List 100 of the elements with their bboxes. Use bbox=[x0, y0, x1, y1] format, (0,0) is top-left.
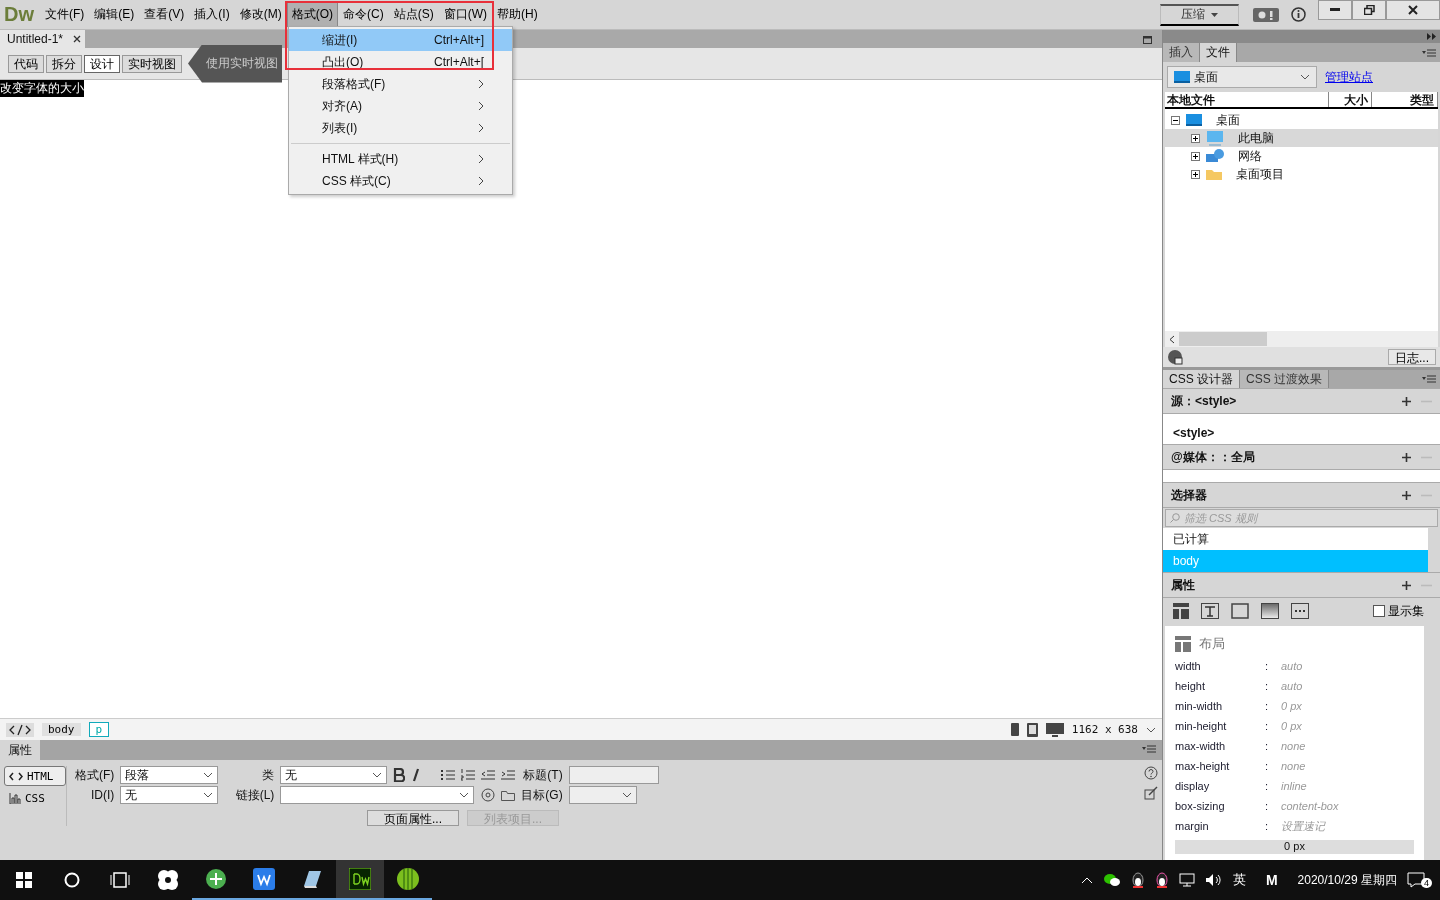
id-dropdown[interactable]: 无 bbox=[120, 786, 219, 804]
taskbar-button[interactable] bbox=[336, 860, 384, 900]
background-icon[interactable] bbox=[1261, 603, 1279, 619]
site-dropdown[interactable]: 桌面 bbox=[1167, 66, 1317, 88]
restore-button[interactable] bbox=[1352, 0, 1386, 20]
format-dropdown[interactable]: 段落 bbox=[120, 766, 219, 784]
view-button[interactable]: 代码 bbox=[8, 54, 44, 73]
collapse-icon[interactable] bbox=[1171, 115, 1180, 125]
view-button[interactable]: 拆分 bbox=[46, 54, 82, 73]
notification-icon[interactable] bbox=[1407, 872, 1425, 888]
column-header[interactable]: 类型 bbox=[1372, 92, 1438, 107]
layout-icon[interactable] bbox=[1173, 603, 1189, 619]
menu-item[interactable]: 凸出(O) Ctrl+Alt+[ bbox=[289, 51, 512, 73]
target-icon[interactable] bbox=[481, 788, 496, 802]
menu-item[interactable]: CSS 样式(C) bbox=[289, 170, 512, 192]
code-tag-icon[interactable] bbox=[6, 722, 34, 737]
chevron-up-icon[interactable] bbox=[1080, 876, 1093, 884]
pinwheel-app-icon[interactable] bbox=[157, 869, 179, 891]
phone-icon[interactable] bbox=[1010, 723, 1019, 736]
menu-item[interactable]: 段落格式(F) bbox=[289, 73, 512, 95]
menu[interactable]: 插入(I) bbox=[189, 2, 235, 27]
input-language[interactable]: 英 bbox=[1232, 871, 1246, 889]
menu-item[interactable]: 对齐(A) bbox=[289, 95, 512, 117]
close-button[interactable] bbox=[1386, 0, 1440, 20]
folder-icon[interactable] bbox=[501, 789, 516, 801]
view-button[interactable]: 设计 bbox=[84, 54, 120, 73]
speaker-icon[interactable] bbox=[1204, 873, 1223, 887]
tablet-icon[interactable] bbox=[1026, 722, 1038, 737]
menu[interactable]: 编辑(E) bbox=[89, 2, 140, 27]
selector-item[interactable]: 已计算 bbox=[1163, 528, 1428, 550]
panel-menu-icon[interactable] bbox=[1422, 375, 1436, 383]
close-icon[interactable] bbox=[73, 35, 82, 43]
penguin-icon[interactable] bbox=[1154, 872, 1169, 888]
panel-tab[interactable]: 属性 bbox=[0, 740, 40, 760]
more-icon[interactable] bbox=[1291, 603, 1309, 619]
mode-button[interactable]: HTML bbox=[4, 766, 66, 786]
indent-icon[interactable] bbox=[501, 769, 516, 781]
workspace-switcher[interactable]: 压缩 bbox=[1160, 3, 1239, 26]
add-icon[interactable] bbox=[1402, 452, 1411, 462]
mode-button[interactable]: CSS bbox=[4, 788, 66, 808]
menu[interactable]: 查看(V) bbox=[139, 2, 190, 27]
tree-row[interactable]: 桌面 bbox=[1165, 111, 1438, 129]
expand-icon[interactable] bbox=[1191, 133, 1200, 143]
class-dropdown[interactable]: 无 bbox=[280, 766, 388, 784]
panel-tab[interactable]: CSS 设计器 bbox=[1163, 370, 1240, 388]
border-icon[interactable] bbox=[1231, 603, 1249, 619]
input-mode[interactable]: M bbox=[1265, 872, 1278, 888]
edit-icon[interactable] bbox=[1144, 786, 1158, 800]
add-icon[interactable] bbox=[1402, 580, 1411, 590]
minimize-button[interactable] bbox=[1318, 0, 1352, 20]
show-set-checkbox[interactable]: 显示集 bbox=[1367, 601, 1430, 621]
add-icon[interactable] bbox=[1402, 490, 1411, 500]
title-field[interactable] bbox=[568, 766, 659, 784]
menu-item[interactable]: HTML 样式(H) bbox=[289, 148, 512, 170]
help-icon[interactable] bbox=[1144, 766, 1158, 780]
outdent-icon[interactable] bbox=[481, 769, 496, 781]
menu-item[interactable]: 列表(I) bbox=[289, 117, 512, 139]
collapse-panels-icon[interactable] bbox=[1427, 33, 1436, 40]
column-header[interactable]: 本地文件 bbox=[1165, 92, 1329, 107]
restore-icon[interactable] bbox=[1143, 36, 1152, 44]
clock-date[interactable]: 2020/10/29 星期四 bbox=[1297, 871, 1397, 889]
menu[interactable]: 文件(F) bbox=[40, 2, 90, 27]
add-icon[interactable] bbox=[1402, 396, 1411, 406]
menu[interactable]: 站点(S) bbox=[388, 2, 439, 27]
menu[interactable]: 修改(M) bbox=[234, 2, 287, 27]
tree-row[interactable]: 此电脑 bbox=[1165, 129, 1438, 147]
margin-value[interactable]: 0 px bbox=[1175, 840, 1414, 854]
log-button[interactable]: 日志... bbox=[1388, 349, 1436, 365]
bold-icon[interactable] bbox=[393, 768, 406, 782]
menu[interactable]: 命令(C) bbox=[338, 2, 389, 27]
globe-icon[interactable] bbox=[1167, 349, 1183, 365]
expand-icon[interactable] bbox=[1191, 151, 1200, 161]
penguin-icon[interactable] bbox=[1130, 872, 1145, 888]
panel-tab[interactable]: CSS 过渡效果 bbox=[1240, 370, 1330, 388]
desktop-monitor-icon[interactable] bbox=[1045, 722, 1064, 737]
italic-icon[interactable] bbox=[411, 768, 422, 782]
menu[interactable]: 帮助(H) bbox=[492, 2, 543, 27]
tree-row[interactable]: 桌面项目 bbox=[1165, 165, 1438, 183]
tree-row[interactable]: 网络 bbox=[1165, 147, 1438, 165]
panel-menu-icon[interactable] bbox=[1422, 49, 1436, 57]
manage-sites-link[interactable]: 管理站点 bbox=[1325, 68, 1373, 86]
numbered-list-icon[interactable] bbox=[461, 769, 476, 781]
menu-item[interactable]: 缩进(I) Ctrl+Alt+] bbox=[289, 29, 512, 51]
chat-icon[interactable] bbox=[1102, 873, 1121, 887]
document-tab[interactable]: Untitled-1* bbox=[0, 30, 86, 48]
sync-settings-icon[interactable] bbox=[1253, 7, 1279, 22]
panel-menu-icon[interactable] bbox=[1142, 745, 1156, 753]
tag-selector[interactable]: body bbox=[42, 723, 81, 736]
bulleted-list-icon[interactable] bbox=[441, 769, 456, 781]
scrollbar[interactable] bbox=[1165, 331, 1438, 347]
scroll-left-icon[interactable] bbox=[1169, 334, 1175, 344]
text-icon[interactable] bbox=[1201, 603, 1219, 619]
view-button[interactable]: 实时视图 bbox=[122, 54, 182, 73]
expand-icon[interactable] bbox=[1191, 169, 1200, 179]
menu[interactable]: 窗口(W) bbox=[438, 2, 492, 27]
panel-tab[interactable]: 文件 bbox=[1200, 43, 1237, 62]
info-icon[interactable] bbox=[1291, 7, 1306, 22]
dialog-button[interactable]: 页面属性... bbox=[367, 810, 459, 826]
column-header[interactable]: 大小 bbox=[1328, 92, 1373, 107]
window-size[interactable]: 1162 x 638 bbox=[1071, 723, 1138, 736]
